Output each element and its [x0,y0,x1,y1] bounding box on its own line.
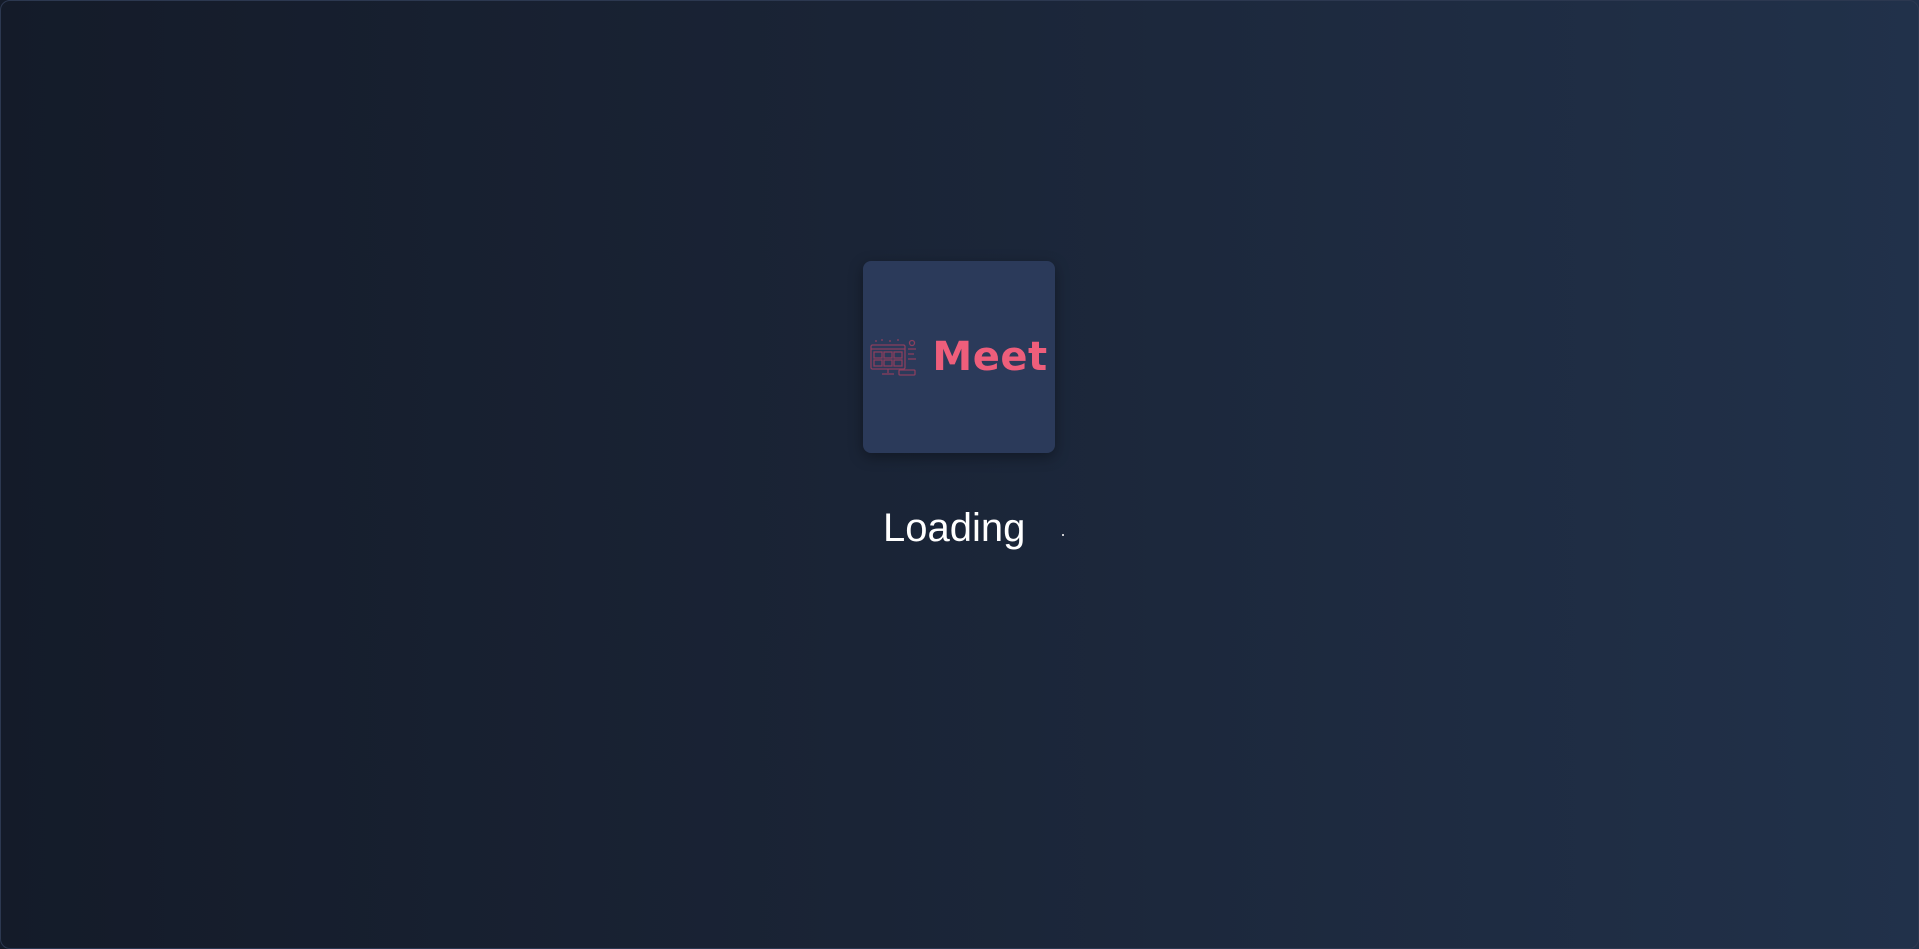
loading-indicator: Loading [883,500,1064,556]
logo-lockup: Meet [870,334,1047,380]
loading-screen: Meet Loading [0,0,1919,949]
video-conference-screen-icon [870,337,918,377]
loading-dot [1062,534,1064,536]
loading-label: Loading [883,505,1026,550]
logo-wordmark: Meet [932,334,1048,380]
app-logo: Meet [863,261,1055,453]
loading-dots-animation [1062,534,1066,538]
